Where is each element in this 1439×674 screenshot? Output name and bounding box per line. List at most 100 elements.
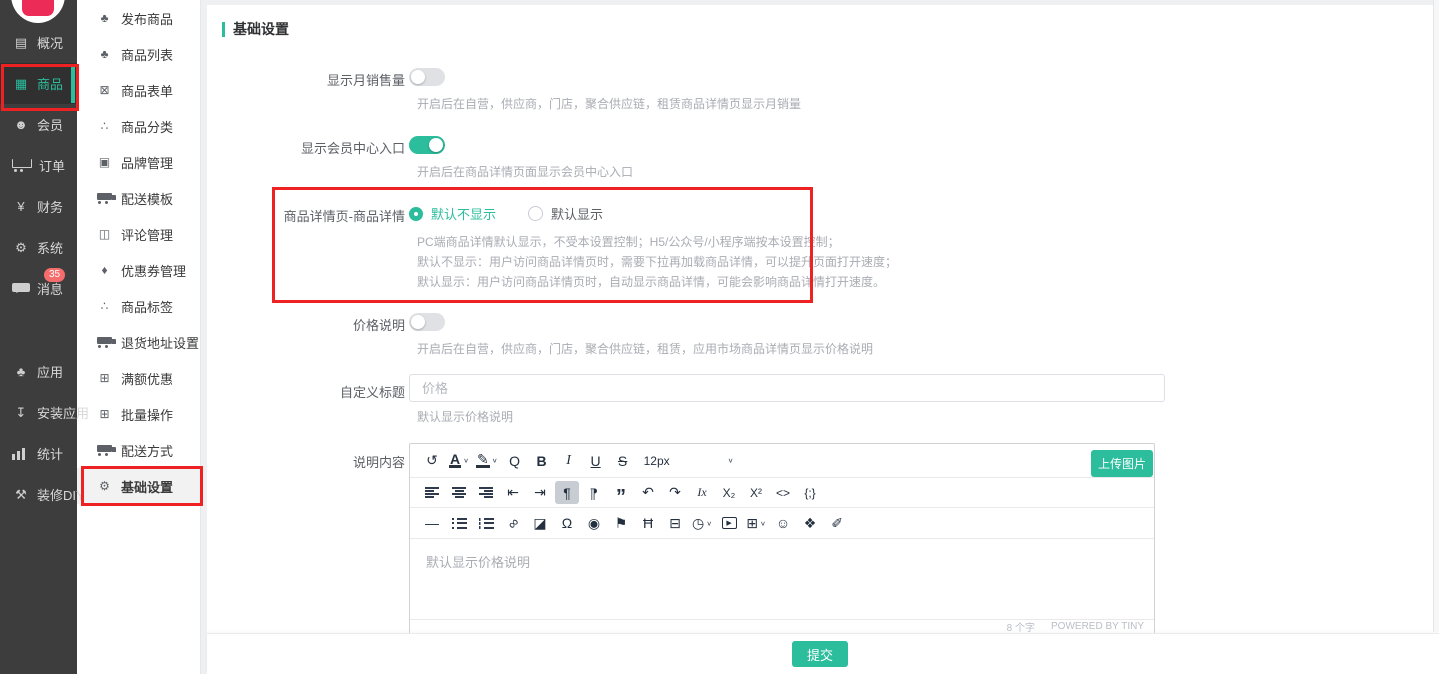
indent-icon[interactable]: ⇥ <box>528 481 552 504</box>
submenu-item-publish-goods[interactable]: ♣ 发布商品 <box>77 0 200 36</box>
upload-image-button[interactable]: 上传图片 <box>1091 450 1153 477</box>
monthly-sales-hint: 开启后在自营，供应商，门店，聚合供应链，租赁商品详情页显示月销量 <box>417 95 801 112</box>
bookmark-icon[interactable]: ⚑ <box>609 512 633 535</box>
submenu-item-goods-list[interactable]: ♣ 商品列表 <box>77 36 200 72</box>
code-icon: <> <box>776 486 790 500</box>
superscript-icon[interactable]: X² <box>744 481 768 504</box>
horizontal-rule-icon[interactable]: — <box>420 512 444 535</box>
underline-icon: U <box>591 453 601 469</box>
submenu-item-goods-form[interactable]: ⊠ 商品表单 <box>77 72 200 108</box>
page-break-icon[interactable]: Ħ <box>636 512 660 535</box>
underline-icon[interactable]: U <box>584 449 608 472</box>
bold-icon: B <box>537 453 547 469</box>
bullet-list-icon[interactable] <box>447 512 471 535</box>
font-size-select[interactable]: 12px∨ <box>638 449 736 472</box>
code-sample-icon[interactable]: {;} <box>798 481 822 504</box>
italic-icon[interactable]: I <box>557 449 581 472</box>
chevron-down-icon: ∨ <box>728 457 734 464</box>
outdent-icon[interactable]: ⇤ <box>501 481 525 504</box>
sidebar-item-messages[interactable]: 消息 35 <box>0 268 77 309</box>
submenu-item-comment-manage[interactable]: ◫ 评论管理 <box>77 216 200 252</box>
chevron-down-icon: ∨ <box>760 519 766 526</box>
submenu-item-goods-category[interactable]: ∴ 商品分类 <box>77 108 200 144</box>
ltr-icon: ¶ <box>563 485 571 501</box>
history-icon[interactable]: ↺ <box>420 449 444 472</box>
align-left-icon[interactable] <box>420 481 444 504</box>
scrollbar[interactable] <box>1433 0 1439 632</box>
custom-title-input[interactable] <box>409 374 1165 402</box>
undo-icon[interactable]: ↶ <box>636 481 660 504</box>
strikethrough-icon[interactable]: S <box>611 449 635 472</box>
align-right-icon[interactable] <box>474 481 498 504</box>
code-icon[interactable]: <> <box>771 481 795 504</box>
member-center-toggle[interactable] <box>409 136 445 154</box>
goods-detail-hint-1: PC端商品详情默认显示，不受本设置控制；H5/公众号/小程序端按本设置控制； <box>417 232 840 252</box>
submenu-item-return-address[interactable]: 退货地址设置 <box>77 324 200 360</box>
ltr-icon[interactable]: ¶ <box>555 481 579 504</box>
member-center-hint: 开启后在商品详情页面显示会员中心入口 <box>417 163 633 180</box>
print-icon[interactable]: ⊟ <box>663 512 687 535</box>
text-color-icon[interactable]: A∨ <box>447 449 471 472</box>
media-icon[interactable]: ▶ <box>717 512 741 535</box>
align-center-icon <box>452 487 466 498</box>
sidebar-item-install-apps[interactable]: ↧ 安装应用 <box>0 392 77 433</box>
subscript-icon: X₂ <box>723 486 736 500</box>
format-painter-icon[interactable]: ✐ <box>825 512 849 535</box>
blockquote-icon[interactable]: ” <box>609 481 633 504</box>
price-desc-toggle[interactable] <box>409 313 445 331</box>
submenu-item-delivery-template[interactable]: 配送模板 <box>77 180 200 216</box>
submenu-item-batch-operation[interactable]: ⊞ 批量操作 <box>77 396 200 432</box>
table-icon[interactable]: ⊞∨ <box>744 512 768 535</box>
clear-format-icon: Ix <box>697 485 706 500</box>
sidebar-item-goods[interactable]: ▦ 商品 <box>0 63 77 104</box>
subscript-icon[interactable]: X₂ <box>717 481 741 504</box>
bold-icon[interactable]: B <box>530 449 554 472</box>
sidebar-item-decorate-diy[interactable]: ⚒ 装修DIY <box>0 474 77 515</box>
sidebar-item-statistics[interactable]: 统计 <box>0 433 77 474</box>
radio-default-hidden[interactable]: 默认不显示 <box>409 204 496 223</box>
rtl-icon[interactable]: ¶ <box>582 481 606 504</box>
strikethrough-icon: S <box>618 453 627 469</box>
emoticons-icon[interactable]: ☺ <box>771 512 795 535</box>
search-icon[interactable]: Q <box>503 449 527 472</box>
logo-mark <box>22 0 54 16</box>
editor-toolbar-row-3: —∞◪Ω◉⚑Ħ⊟◷∨▶⊞∨☺❖✐ <box>410 508 1154 539</box>
gift-icon: ⊞ <box>97 371 112 385</box>
sidebar-item-apps[interactable]: ♣ 应用 <box>0 351 77 392</box>
gift-icon: ⊞ <box>97 407 112 421</box>
editor-content-area[interactable]: 默认显示价格说明 <box>410 539 1154 619</box>
sitemap-icon: ∴ <box>97 119 112 133</box>
sidebar-item-orders[interactable]: 订单 <box>0 145 77 186</box>
submit-button[interactable]: 提交 <box>792 641 848 667</box>
submenu-item-delivery-method[interactable]: 配送方式 <box>77 432 200 468</box>
preview-icon[interactable]: ◉ <box>582 512 606 535</box>
redo-icon[interactable]: ↷ <box>663 481 687 504</box>
monthly-sales-toggle[interactable] <box>409 68 445 86</box>
fullscreen-icon[interactable]: ❖ <box>798 512 822 535</box>
undo-icon: ↶ <box>642 484 654 501</box>
sidebar-item-members[interactable]: ☻ 会员 <box>0 104 77 145</box>
superscript-icon: X² <box>750 486 762 500</box>
submenu-item-full-discount[interactable]: ⊞ 满额优惠 <box>77 360 200 396</box>
submenu-item-goods-tags[interactable]: ∴ 商品标签 <box>77 288 200 324</box>
link-icon[interactable]: ∞ <box>501 512 525 535</box>
highlight-color-icon[interactable]: ✎∨ <box>474 449 500 472</box>
radio-default-shown[interactable]: 默认显示 <box>528 204 603 223</box>
submenu-item-coupon-manage[interactable]: ♦ 优惠券管理 <box>77 252 200 288</box>
table-icon: ⊞ <box>746 515 758 532</box>
image-icon[interactable]: ◪ <box>528 512 552 535</box>
align-center-icon[interactable] <box>447 481 471 504</box>
clear-format-icon[interactable]: Ix <box>690 481 714 504</box>
sidebar-item-finance[interactable]: ¥ 财务 <box>0 186 77 227</box>
radio-unselected-icon <box>528 206 543 221</box>
sidebar-item-overview[interactable]: ▤ 概况 <box>0 22 77 63</box>
sidebar-item-system[interactable]: ⚙ 系统 <box>0 227 77 268</box>
special-char-icon[interactable]: Ω <box>555 512 579 535</box>
overview-icon: ▤ <box>12 35 30 51</box>
submenu-item-brand-manage[interactable]: ▣ 品牌管理 <box>77 144 200 180</box>
numbered-list-icon[interactable] <box>474 512 498 535</box>
cubes-icon: ♣ <box>97 47 112 61</box>
submenu-item-basic-settings[interactable]: ⚙ 基础设置 <box>77 468 200 504</box>
emoticons-icon: ☺ <box>776 515 790 531</box>
insert-time-icon[interactable]: ◷∨ <box>690 512 714 535</box>
